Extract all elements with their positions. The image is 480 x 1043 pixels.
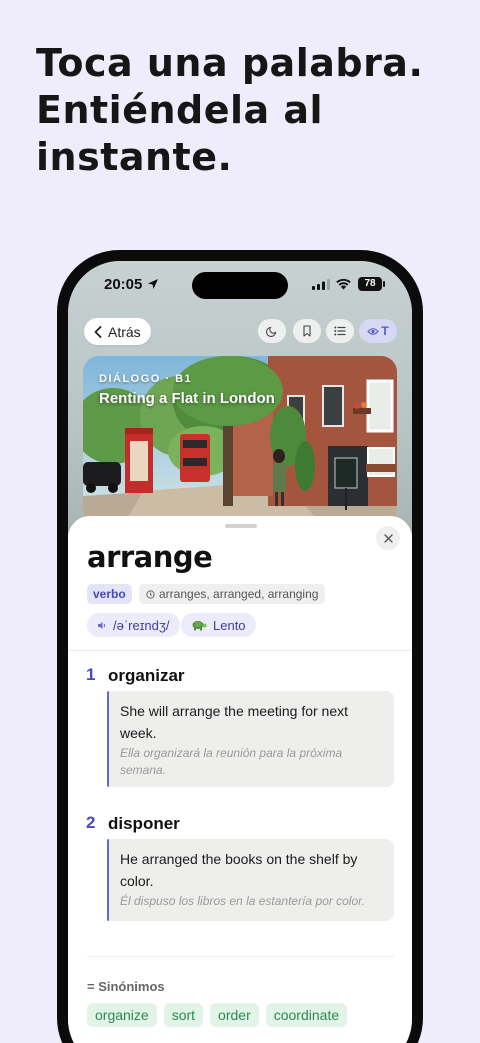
word-forms-text: arranges, arranged, arranging bbox=[159, 587, 319, 601]
example-spanish: Ella organizará la reunión para la próxi… bbox=[120, 745, 384, 779]
synonym-chip[interactable]: order bbox=[210, 1003, 259, 1027]
chevron-left-icon bbox=[94, 325, 102, 338]
dynamic-island bbox=[192, 272, 288, 299]
pronunciation-text: /əˈreɪndʒ/ bbox=[113, 617, 170, 633]
sense-number: 2 bbox=[86, 813, 96, 832]
wifi-icon bbox=[336, 278, 351, 290]
synonym-chip[interactable]: organize bbox=[87, 1003, 157, 1027]
synonym-chip[interactable]: sort bbox=[163, 1003, 204, 1027]
synonyms-heading: = Sinónimos bbox=[87, 979, 165, 994]
slow-playback-button[interactable]: Lento bbox=[181, 613, 256, 637]
synonym-chip[interactable]: coordinate bbox=[265, 1003, 348, 1027]
close-button[interactable] bbox=[376, 526, 400, 550]
speaker-icon bbox=[98, 621, 106, 629]
example-english: He arranged the books on the shelf by co… bbox=[120, 848, 384, 892]
example-box: He arranged the books on the shelf by co… bbox=[107, 839, 394, 921]
bookmark-icon bbox=[303, 325, 311, 337]
dark-mode-button[interactable] bbox=[258, 319, 286, 343]
phone-screen: 20:05 78 Atrás T DIÁLOGO · B1 Renting a … bbox=[68, 261, 412, 1043]
lesson-title: Renting a Flat in London bbox=[99, 390, 275, 407]
sense-number: 1 bbox=[86, 665, 96, 684]
moon-icon bbox=[266, 326, 277, 337]
sheet-grabber[interactable] bbox=[225, 524, 257, 528]
list-button[interactable] bbox=[326, 319, 354, 343]
example-spanish-line: Él dispuso los libros en la estantería p… bbox=[120, 894, 366, 908]
slow-label: Lento bbox=[213, 617, 246, 633]
part-of-speech-badge: verbo bbox=[87, 584, 132, 604]
location-arrow-icon bbox=[148, 279, 158, 289]
pronunciation-button[interactable]: /əˈreɪndʒ/ bbox=[87, 613, 180, 637]
word-detail-sheet: arrange verbo arranges, arranged, arrang… bbox=[68, 516, 412, 1043]
close-icon bbox=[383, 533, 393, 543]
synonyms-list: organize sort order coordinate bbox=[87, 1003, 348, 1027]
translation-toggle-label: T bbox=[381, 324, 389, 338]
lesson-level-label: DIÁLOGO · B1 bbox=[99, 373, 193, 385]
example-english-line: week. bbox=[120, 725, 157, 741]
sense-translation: organizar bbox=[108, 666, 185, 685]
cellular-signal-icon bbox=[312, 279, 330, 290]
lesson-hero-image[interactable]: DIÁLOGO · B1 Renting a Flat in London bbox=[83, 356, 397, 526]
translation-toggle[interactable]: T bbox=[359, 319, 397, 343]
word-forms-badge: arranges, arranged, arranging bbox=[139, 584, 326, 604]
promo-headline: Toca una palabra. Entiéndela al instante… bbox=[36, 40, 456, 181]
eye-icon bbox=[367, 327, 380, 335]
example-english: She will arrange the meeting for next we… bbox=[120, 700, 384, 744]
divider bbox=[68, 650, 412, 651]
divider bbox=[87, 956, 394, 957]
bookmark-button[interactable] bbox=[293, 319, 321, 343]
back-label: Atrás bbox=[108, 323, 141, 340]
battery-indicator: 78 bbox=[358, 277, 385, 291]
promo-line-3: instante. bbox=[36, 135, 233, 179]
promo-line-1: Toca una palabra. bbox=[36, 41, 424, 85]
example-english-line: She will arrange the meeting for next bbox=[120, 703, 349, 719]
clock-icon bbox=[146, 589, 155, 599]
example-spanish: Él dispuso los libros en la estantería p… bbox=[120, 893, 384, 910]
status-time: 20:05 bbox=[104, 276, 143, 293]
turtle-icon bbox=[192, 621, 207, 631]
example-box: She will arrange the meeting for next we… bbox=[107, 691, 394, 787]
example-spanish-line: semana. bbox=[120, 763, 167, 777]
example-english-line: He arranged the books on the shelf by bbox=[120, 851, 358, 867]
sense-translation: disponer bbox=[108, 814, 180, 833]
example-spanish-line: Ella organizará la reunión para la próxi… bbox=[120, 746, 343, 760]
promo-line-2: Entiéndela al bbox=[36, 88, 324, 132]
back-button[interactable]: Atrás bbox=[84, 318, 151, 345]
example-english-line: color. bbox=[120, 873, 154, 889]
list-icon bbox=[334, 326, 346, 336]
headword: arrange bbox=[87, 540, 213, 574]
